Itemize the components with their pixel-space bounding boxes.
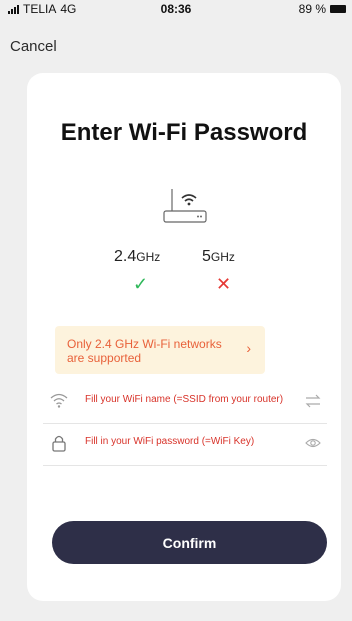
clock: 08:36	[160, 2, 192, 16]
wifi-name-input[interactable]	[83, 393, 302, 406]
lock-icon	[52, 435, 66, 452]
page-title: Enter Wi-Fi Password	[60, 119, 308, 146]
router-icon	[163, 189, 207, 223]
band-24ghz-value: 2.4	[114, 248, 137, 265]
band-24ghz-label: 2.4GHz	[114, 248, 160, 266]
status-bar: TELIA 4G 08:36 89 %	[0, 0, 352, 18]
band-notice[interactable]: Only 2.4 GHz Wi-Fi networks are supporte…	[55, 326, 265, 374]
band-5ghz-label: 5GHz	[202, 248, 235, 266]
confirm-button[interactable]: Confirm	[52, 521, 327, 564]
wifi-setup-card: Enter Wi-Fi Password 2.4GHz 5GHz ✓ ✕ Onl…	[27, 73, 341, 601]
wifi-icon	[50, 393, 68, 408]
wifi-password-row	[43, 425, 327, 466]
notice-text: Only 2.4 GHz Wi-Fi networks are supporte…	[67, 337, 222, 365]
band-24ghz-unit: GHz	[136, 250, 161, 264]
band-5ghz-value: 5	[202, 248, 211, 265]
wifi-name-row	[43, 383, 327, 424]
wifi-password-input[interactable]	[83, 435, 302, 448]
eye-icon[interactable]	[305, 436, 321, 450]
swap-icon[interactable]	[305, 394, 321, 408]
chevron-right-icon: ›	[246, 340, 251, 356]
cancel-button[interactable]: Cancel	[10, 38, 57, 55]
check-icon: ✓	[133, 274, 149, 294]
band-5ghz-unit: GHz	[210, 250, 235, 264]
cross-icon: ✕	[216, 274, 232, 294]
